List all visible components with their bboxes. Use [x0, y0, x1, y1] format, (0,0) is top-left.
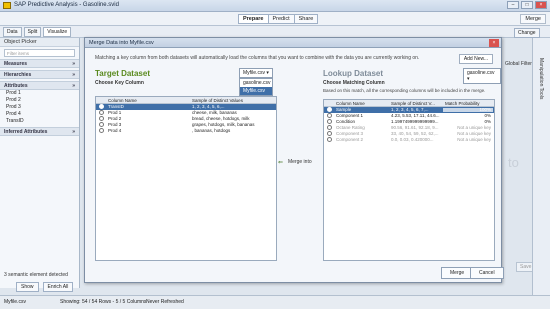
enrich-all-button[interactable]: Enrich All — [42, 282, 74, 292]
cancel-button[interactable]: Cancel — [470, 267, 504, 279]
section-inferred[interactable]: Inferred Attributes» — [0, 127, 79, 136]
dialog-title: Merge Data into Myfile.csv — [89, 40, 154, 46]
choose-matching-column-label: Choose Matching Column — [323, 80, 385, 86]
tab-visualize[interactable]: Visualize — [43, 27, 72, 37]
window-title-bar: SAP Predictive Analysis - Gasoline.svid … — [0, 0, 550, 12]
show-button[interactable]: Show — [16, 282, 39, 292]
merge-button[interactable]: Merge — [441, 267, 474, 279]
attribute-item[interactable]: Prod 1 — [0, 90, 79, 97]
menu-option[interactable]: Myfile.csv — [240, 87, 272, 95]
dialog-title-bar: Merge Data into Myfile.csv × — [85, 38, 501, 48]
maximize-icon[interactable]: □ — [521, 1, 533, 9]
manipulation-tools-strip[interactable]: Manipulation Tools — [532, 38, 550, 295]
manipulation-tools-label: Manipulation Tools — [538, 58, 544, 100]
chevron-icon: » — [72, 72, 75, 78]
semantic-status: 3 semantic element detected — [4, 272, 68, 278]
target-dataset-menu: gasoline.csv Myfile.csv — [239, 78, 273, 96]
match-probability: Not a unique key — [457, 131, 491, 136]
target-dataset-title: Target Dataset — [95, 69, 150, 78]
file-label: Myfile.csv — [4, 299, 26, 305]
column-header[interactable]: Sample of Distinct V... — [389, 100, 443, 106]
choose-key-column-label: Choose Key Column — [95, 80, 144, 86]
menu-option[interactable]: gasoline.csv — [240, 79, 272, 87]
column-header[interactable]: Column Name — [106, 97, 190, 103]
match-probability: 0% — [484, 119, 491, 124]
close-icon[interactable]: × — [489, 39, 499, 47]
main-toolbar: Prepare Predict Share Merge — [0, 12, 550, 26]
target-dataset-dropdown[interactable]: Myfile.csv ▾ — [239, 68, 273, 78]
attribute-item[interactable]: Prod 3 — [0, 104, 79, 111]
chevron-icon: » — [72, 83, 75, 89]
chevron-icon: » — [72, 61, 75, 67]
background-text: to — [508, 155, 519, 170]
mode-share[interactable]: Share — [293, 14, 319, 24]
column-header[interactable]: Column Name — [334, 100, 389, 106]
radio-button[interactable] — [324, 137, 334, 143]
mode-predict[interactable]: Predict — [267, 14, 295, 24]
chevron-down-icon: ▾ — [266, 70, 269, 76]
match-probability: 100% — [479, 107, 491, 112]
lookup-dataset-title: Lookup Dataset — [323, 69, 384, 78]
object-picker-title: Object Picker — [0, 38, 79, 47]
column-header[interactable]: Sample of Distinct Values — [190, 97, 276, 103]
add-new-button[interactable]: Add New... — [458, 54, 493, 64]
lookup-columns-grid: Column Name Sample of Distinct V... Matc… — [323, 99, 495, 261]
global-filters-label: Global Filters — [505, 61, 535, 67]
dialog-description: Matching a key column from both datasets… — [95, 55, 420, 61]
tab-data[interactable]: Data — [3, 27, 22, 37]
filter-input[interactable]: Filter items — [4, 49, 75, 57]
app-logo-icon — [3, 2, 11, 9]
merge-button[interactable]: Merge — [520, 14, 546, 24]
rows-info: Showing: 54 / 54 Rows - 5 / 5 Columns — [60, 299, 147, 305]
lookup-dataset-dropdown[interactable]: gasoline.csv ▾ — [463, 68, 501, 84]
section-measures[interactable]: Measures» — [0, 59, 79, 68]
column-header[interactable]: Match Probability — [443, 100, 493, 106]
tab-split[interactable]: Split — [23, 27, 42, 37]
close-window-icon[interactable]: × — [535, 1, 547, 9]
section-attributes[interactable]: Attributes» — [0, 81, 79, 90]
arrow-left-icon: ⇐ — [278, 160, 284, 166]
match-probability: 0% — [484, 113, 491, 118]
radio-button[interactable] — [96, 128, 106, 134]
attribute-item[interactable]: TransID — [0, 118, 79, 125]
target-columns-grid: Column Name Sample of Distinct Values Tr… — [95, 96, 277, 261]
refresh-info: Never Refreshed — [146, 299, 184, 305]
match-probability: Not a unique key — [457, 137, 491, 142]
attribute-item[interactable]: Prod 2 — [0, 97, 79, 104]
object-picker-panel: Object Picker Filter items Measures» Hie… — [0, 38, 80, 292]
window-title: SAP Predictive Analysis - Gasoline.svid — [14, 2, 119, 8]
table-row[interactable]: Component 2 0.0, 0.03, 0.420000... Not a u… — [324, 137, 494, 143]
mode-prepare[interactable]: Prepare — [238, 14, 269, 24]
table-row[interactable]: Prod 4 , bananas, hotdogs — [96, 128, 276, 134]
chevron-down-icon: ▾ — [467, 76, 470, 82]
minimize-icon[interactable]: – — [507, 1, 519, 9]
match-probability: Not a unique key — [457, 125, 491, 130]
status-bar: Myfile.csv Showing: 54 / 54 Rows - 5 / 5… — [0, 295, 550, 309]
change-button[interactable]: Change — [514, 28, 540, 38]
section-hierarchies[interactable]: Hierarchies» — [0, 70, 79, 79]
merge-into-label: Merge into — [288, 159, 312, 165]
merge-dialog: Merge Data into Myfile.csv × Matching a … — [84, 37, 504, 283]
chevron-icon: » — [72, 129, 75, 135]
attribute-item[interactable]: Prod 4 — [0, 111, 79, 118]
lookup-note: Based on this match, all the correspondi… — [323, 88, 486, 93]
